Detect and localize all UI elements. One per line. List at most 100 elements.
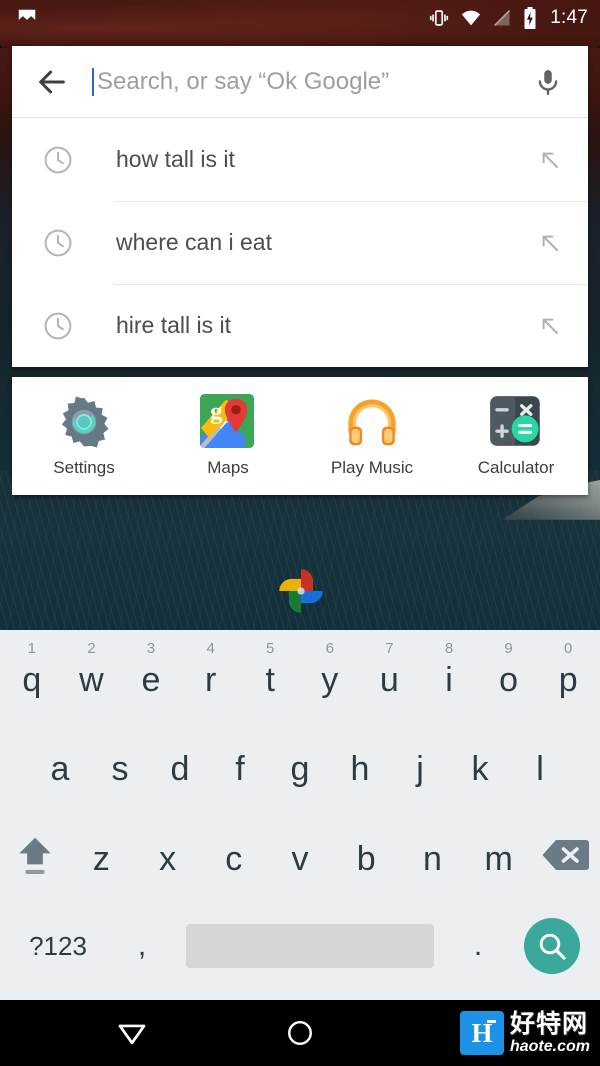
status-bar-clock: 1:47 (550, 7, 588, 28)
app-shortcut-calculator[interactable]: Calculator (444, 394, 588, 478)
arrow-up-left-icon (542, 235, 558, 251)
clock-icon (44, 312, 72, 339)
key-s[interactable]: s (90, 720, 150, 810)
app-shortcut-maps[interactable]: g Maps (156, 394, 300, 478)
key-label: m (484, 839, 513, 878)
key-label: j (416, 749, 424, 788)
notification-logo-icon (18, 9, 36, 20)
key-u[interactable]: 7u (360, 632, 420, 720)
app-shortcut-play-music[interactable]: Play Music (300, 394, 444, 478)
vibrate-icon (430, 10, 449, 26)
settings-icon-wrap (56, 394, 112, 450)
no-signal-icon (494, 10, 511, 26)
key-label: z (92, 839, 110, 878)
key-h[interactable]: h (330, 720, 390, 810)
search-placeholder: Search, or say “Ok Google” (97, 67, 390, 95)
clock-icon (44, 229, 72, 256)
nav-home-button[interactable] (240, 1018, 360, 1048)
key-d[interactable]: d (150, 720, 210, 810)
key-number-hint: 1 (27, 640, 36, 657)
watermark-badge: H (459, 1011, 504, 1055)
maps-icon-wrap: g (200, 394, 256, 450)
watermark-domain: haote.com (509, 1038, 590, 1055)
key-a[interactable]: a (30, 720, 90, 810)
key-t[interactable]: 5t (240, 632, 300, 720)
shift-icon (19, 837, 51, 875)
key-label: e (141, 660, 161, 699)
key-number-hint: 7 (385, 640, 394, 657)
watermark-badge-tick (486, 1020, 496, 1023)
key-b[interactable]: b (333, 810, 399, 900)
key-label: h (350, 749, 370, 788)
phone-screen: 1:47 Search, or say “Ok Google” how tall… (0, 0, 600, 1066)
search-input[interactable]: Search, or say “Ok Google” (74, 46, 526, 117)
suggestion-row[interactable]: hire tall is it (12, 284, 588, 367)
suggestion-label: where can i eat (116, 229, 272, 255)
key-label: b (356, 839, 376, 878)
space-key[interactable] (186, 924, 434, 968)
search-icon (539, 933, 566, 960)
app-shortcut-settings[interactable]: Settings (12, 394, 156, 478)
app-shortcut-label: Settings (53, 458, 115, 477)
insert-suggestion-button[interactable] (534, 146, 564, 174)
key-p[interactable]: 0p (538, 632, 598, 720)
suggestion-row[interactable]: where can i eat (12, 201, 588, 284)
key-label: q (22, 660, 42, 699)
keyboard-row-1: 1q 2w 3e 4r 5t 6y 7u 8i 9o 0p (0, 632, 600, 720)
key-label: a (50, 749, 70, 788)
clock-icon-wrap (42, 310, 78, 342)
suggestion-row[interactable]: how tall is it (12, 118, 588, 201)
backspace-icon (542, 840, 589, 870)
watermark-text: 好特网 haote.com (510, 1011, 590, 1055)
shift-key[interactable] (2, 810, 68, 900)
key-c[interactable]: c (201, 810, 267, 900)
symbols-key[interactable]: ?123 (10, 900, 106, 992)
key-z[interactable]: z (68, 810, 134, 900)
key-w[interactable]: 2w (62, 632, 122, 720)
nav-back-button[interactable] (72, 1016, 192, 1050)
insert-suggestion-button[interactable] (534, 312, 564, 340)
key-number-hint: 2 (87, 640, 96, 657)
key-number-hint: 8 (444, 640, 454, 657)
key-o[interactable]: 9o (479, 632, 539, 720)
search-enter-key[interactable] (514, 918, 590, 974)
insert-suggestion-button[interactable] (534, 229, 564, 257)
search-bar[interactable]: Search, or say “Ok Google” (12, 46, 588, 118)
key-m[interactable]: m (466, 810, 532, 900)
key-label: u (379, 660, 399, 699)
app-shortcut-label: Calculator (477, 458, 555, 477)
key-label: f (235, 749, 245, 788)
comma-key[interactable]: , (106, 900, 178, 992)
key-label: d (170, 749, 190, 788)
key-l[interactable]: l (510, 720, 570, 810)
desktop-photos-shortcut[interactable] (272, 562, 330, 620)
back-button[interactable] (30, 60, 74, 104)
key-y[interactable]: 6y (300, 632, 360, 720)
period-key[interactable]: . (442, 900, 514, 992)
backspace-key[interactable] (532, 810, 598, 900)
key-x[interactable]: x (134, 810, 200, 900)
status-bar-notifications (16, 7, 38, 29)
key-n[interactable]: n (399, 810, 465, 900)
key-i[interactable]: 8i (419, 632, 479, 720)
nav-back-triangle-icon (118, 1024, 146, 1045)
key-label: s (111, 749, 129, 788)
key-v[interactable]: v (267, 810, 333, 900)
keyboard-row-2: a s d f g h j k l (0, 720, 600, 810)
voice-search-button[interactable] (526, 60, 570, 104)
key-q[interactable]: 1q (2, 632, 62, 720)
key-label: p (558, 660, 578, 699)
key-g[interactable]: g (270, 720, 330, 810)
wifi-icon (462, 10, 481, 26)
key-j[interactable]: j (390, 720, 450, 810)
svg-text:g: g (210, 398, 223, 425)
back-arrow-icon (39, 70, 65, 93)
arrow-up-left-icon (542, 152, 558, 168)
key-r[interactable]: 4r (181, 632, 241, 720)
key-label: c (225, 839, 243, 878)
app-shortcut-label: Play Music (330, 458, 414, 477)
key-k[interactable]: k (450, 720, 510, 810)
key-e[interactable]: 3e (121, 632, 181, 720)
key-f[interactable]: f (210, 720, 270, 810)
play-music-icon-wrap (344, 394, 400, 450)
